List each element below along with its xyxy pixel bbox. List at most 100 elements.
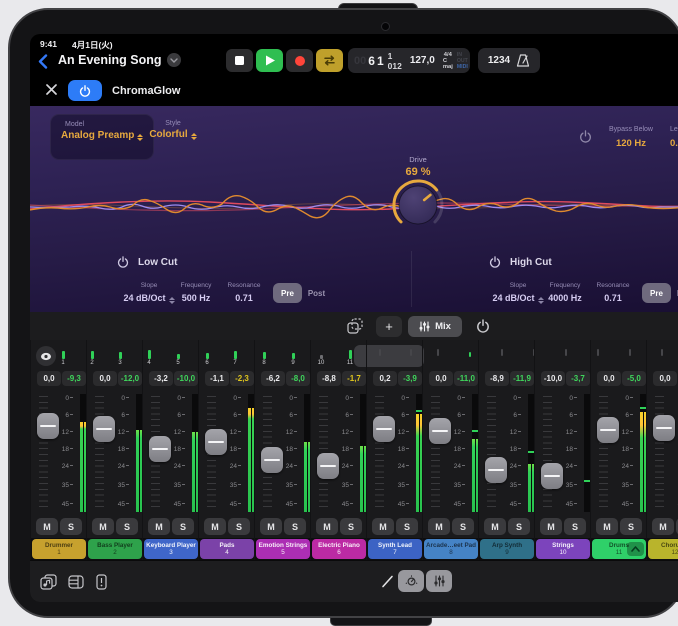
project-title-group[interactable]: An Evening Song (58, 53, 181, 67)
bypass-below-value[interactable]: 120 Hz (600, 138, 662, 149)
high-cut-resonance-value[interactable]: 0.71 (587, 293, 639, 303)
solo-button[interactable]: S (564, 518, 586, 535)
solo-button[interactable]: S (620, 518, 642, 535)
track-tile[interactable]: Synth Lead 7 (368, 539, 422, 559)
play-button[interactable] (256, 49, 283, 72)
mixer-power-icon[interactable] (476, 319, 490, 333)
pencil-tool-icon[interactable] (380, 574, 395, 589)
add-button[interactable]: + (376, 316, 402, 337)
low-cut-resonance-value[interactable]: 0.71 (218, 293, 270, 303)
style-value[interactable]: Colorful (138, 129, 208, 140)
channel-volume-value[interactable]: 0,0 (653, 371, 677, 386)
solo-button[interactable]: S (116, 518, 138, 535)
collapse-stack-button[interactable] (627, 542, 644, 556)
fader-handle[interactable] (373, 416, 395, 442)
mute-button[interactable]: M (316, 518, 338, 535)
track-tile[interactable]: Pads 4 (200, 539, 254, 559)
high-cut-frequency-value[interactable]: 4000 Hz (537, 293, 593, 303)
low-cut-power-icon[interactable] (117, 256, 129, 268)
track-tile[interactable]: Bass Player 2 (88, 539, 142, 559)
channel-volume-value[interactable]: -3,2 (149, 371, 173, 386)
solo-button[interactable]: S (452, 518, 474, 535)
close-plugin-icon[interactable] (46, 84, 57, 95)
db-scale-label: 6 (625, 412, 633, 419)
fader-handle[interactable] (93, 416, 115, 442)
bypass-power-icon[interactable] (579, 130, 592, 143)
post-button[interactable]: Post (302, 283, 331, 303)
level-value[interactable]: 0.0 (670, 138, 678, 149)
pre-button[interactable]: Pre (642, 283, 671, 303)
solo-button[interactable]: S (172, 518, 194, 535)
mute-button[interactable]: M (260, 518, 282, 535)
channel-volume-value[interactable]: 0,0 (93, 371, 117, 386)
channel-volume-value[interactable]: -8,8 (317, 371, 341, 386)
mute-button[interactable]: M (484, 518, 506, 535)
knob-view-button[interactable] (398, 570, 424, 592)
track-tile[interactable]: Drummer 1 (32, 539, 86, 559)
mute-button[interactable]: M (652, 518, 674, 535)
plugin-power-button[interactable] (68, 80, 102, 101)
solo-button[interactable]: S (508, 518, 530, 535)
mute-button[interactable]: M (540, 518, 562, 535)
fader-handle[interactable] (541, 463, 563, 489)
fader-handle[interactable] (485, 457, 507, 483)
fader-handle[interactable] (37, 413, 59, 439)
channel-volume-value[interactable]: 0,0 (597, 371, 621, 386)
title-chevron-down-icon[interactable] (167, 53, 181, 67)
solo-button[interactable]: S (228, 518, 250, 535)
keyboard-icon[interactable] (96, 574, 107, 590)
fader-handle[interactable] (261, 447, 283, 473)
mute-button[interactable]: M (596, 518, 618, 535)
mute-button[interactable]: M (428, 518, 450, 535)
project-title[interactable]: An Evening Song (58, 53, 161, 67)
post-button[interactable]: Post (671, 283, 678, 303)
mute-button[interactable]: M (372, 518, 394, 535)
solo-button[interactable]: S (284, 518, 306, 535)
channel-volume-value[interactable]: -1,1 (205, 371, 229, 386)
low-cut-frequency-value[interactable]: 500 Hz (168, 293, 224, 303)
record-button[interactable] (286, 49, 313, 72)
mix-mode-button[interactable]: Mix (408, 316, 462, 337)
solo-button[interactable]: S (60, 518, 82, 535)
solo-button[interactable]: S (396, 518, 418, 535)
mute-button[interactable]: M (204, 518, 226, 535)
track-tile[interactable]: Drums 11 (592, 539, 646, 559)
track-tile[interactable]: Arcade…eet Pad 8 (424, 539, 478, 559)
track-tile[interactable]: Chorus V 12 (648, 539, 678, 559)
channel-volume-value[interactable]: 0,0 (37, 371, 61, 386)
high-cut-power-icon[interactable] (489, 256, 501, 268)
drive-knob[interactable] (392, 179, 444, 231)
fader-handle[interactable] (149, 436, 171, 462)
lcd-display[interactable]: 00 61 1 012 127,0 4/4 C maj IN OUT MIDI (348, 48, 470, 73)
pre-button[interactable]: Pre (273, 283, 302, 303)
track-tile[interactable]: Emotion Strings 5 (256, 539, 310, 559)
track-tile[interactable]: Strings 10 (536, 539, 590, 559)
loop-library-icon[interactable] (40, 574, 57, 590)
fader-handle[interactable] (653, 415, 675, 441)
back-chevron-icon[interactable] (38, 54, 48, 69)
track-tile[interactable]: Electric Piano 6 (312, 539, 366, 559)
fader-handle[interactable] (205, 429, 227, 455)
count-in-button[interactable]: 1234 (488, 55, 510, 66)
cycle-button[interactable] (316, 49, 343, 72)
mute-button[interactable]: M (36, 518, 58, 535)
style-selector[interactable]: Style Colorful (138, 114, 208, 158)
mute-button[interactable]: M (148, 518, 170, 535)
channel-volume-value[interactable]: 0,0 (429, 371, 453, 386)
fader-handle[interactable] (429, 418, 451, 444)
metronome-icon[interactable] (516, 54, 530, 67)
track-tile[interactable]: Keyboard Player 3 (144, 539, 198, 559)
fader-handle[interactable] (597, 417, 619, 443)
mute-button[interactable]: M (92, 518, 114, 535)
solo-button[interactable]: S (340, 518, 362, 535)
channel-volume-value[interactable]: -10,0 (541, 371, 565, 386)
browser-icon[interactable] (68, 575, 84, 589)
channel-volume-value[interactable]: 0,2 (373, 371, 397, 386)
faders-view-button[interactable] (426, 570, 452, 592)
track-tile[interactable]: Arp Synth 9 (480, 539, 534, 559)
channel-volume-value[interactable]: -6,2 (261, 371, 285, 386)
channel-volume-value[interactable]: -8,9 (485, 371, 509, 386)
stop-button[interactable] (226, 49, 253, 72)
duplicate-icon[interactable] (347, 318, 363, 334)
fader-handle[interactable] (317, 453, 339, 479)
